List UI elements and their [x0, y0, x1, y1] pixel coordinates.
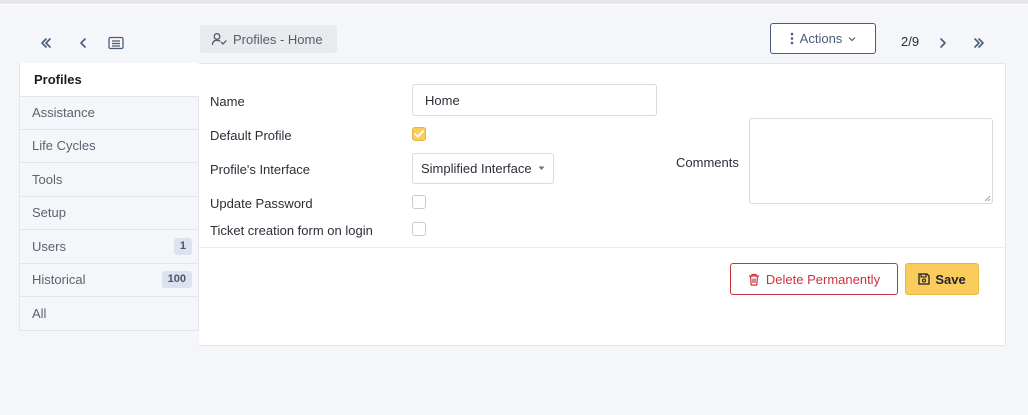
- ticket-form-checkbox[interactable]: [412, 222, 426, 236]
- chevron-right-icon: [940, 38, 946, 48]
- save-label: Save: [935, 271, 966, 287]
- floppy-disk-icon: [918, 273, 930, 285]
- breadcrumb-label: Profiles - Home: [233, 31, 323, 47]
- tab-list: Profiles Assistance Life Cycles Tools Se…: [19, 63, 199, 331]
- last-record-button[interactable]: [968, 32, 990, 54]
- count-badge: 100: [161, 271, 192, 289]
- tab-setup[interactable]: Setup: [19, 196, 199, 230]
- tab-label: Life Cycles: [32, 138, 96, 154]
- count-badge: 1: [173, 237, 192, 255]
- tab-tools[interactable]: Tools: [19, 163, 199, 197]
- ticket-form-label: Ticket creation form on login: [210, 223, 373, 238]
- tab-label: Users: [32, 238, 66, 254]
- tab-all[interactable]: All: [19, 297, 199, 331]
- tab-label: Profiles: [34, 72, 82, 87]
- interface-select[interactable]: Simplified Interface: [412, 153, 554, 184]
- delete-permanently-button[interactable]: Delete Permanently: [730, 263, 898, 295]
- interface-value: Simplified Interface: [421, 161, 532, 176]
- list-icon: [108, 36, 124, 50]
- first-record-button[interactable]: [35, 32, 57, 54]
- actions-button[interactable]: Actions: [770, 23, 876, 54]
- actions-label: Actions: [799, 31, 843, 46]
- caret-down-icon: [538, 166, 545, 170]
- update-password-label: Update Password: [210, 196, 313, 211]
- tab-label: Tools: [32, 171, 63, 187]
- comments-label: Comments: [676, 155, 739, 170]
- chevron-down-icon: [848, 36, 856, 41]
- top-bar-edge: [0, 4, 1028, 5]
- default-profile-checkbox[interactable]: [412, 127, 426, 141]
- checkmark-icon: [414, 130, 424, 138]
- update-password-checkbox[interactable]: [412, 195, 426, 209]
- tab-label: Historical: [32, 272, 86, 288]
- tab-users[interactable]: Users 1: [19, 230, 199, 264]
- next-record-button[interactable]: [932, 32, 954, 54]
- back-to-list-button[interactable]: [105, 32, 127, 54]
- tab-label: Assistance: [32, 105, 95, 121]
- tab-profiles[interactable]: Profiles: [19, 63, 199, 96]
- record-pager: 2/9: [901, 34, 920, 49]
- interface-label: Profile's Interface: [210, 162, 311, 177]
- double-chevron-right-icon: [974, 38, 984, 48]
- default-profile-label: Default Profile: [210, 128, 292, 143]
- name-label: Name: [210, 94, 245, 109]
- double-chevron-left-icon: [41, 38, 51, 48]
- user-check-icon: [211, 33, 227, 46]
- breadcrumb[interactable]: Profiles - Home: [200, 25, 337, 53]
- resize-handle-icon[interactable]: [984, 195, 991, 202]
- chevron-left-icon: [80, 38, 86, 48]
- comments-textarea[interactable]: [749, 118, 993, 204]
- tab-assistance[interactable]: Assistance: [19, 96, 199, 130]
- delete-label: Delete Permanently: [765, 271, 881, 287]
- tab-historical[interactable]: Historical 100: [19, 263, 199, 297]
- kebab-icon: [790, 32, 793, 45]
- tab-life-cycles[interactable]: Life Cycles: [19, 129, 199, 163]
- trash-icon: [748, 273, 759, 286]
- name-field[interactable]: [412, 84, 657, 116]
- save-button[interactable]: Save: [905, 263, 979, 295]
- form-divider: [199, 247, 1006, 248]
- tab-label: Setup: [32, 205, 66, 221]
- tab-label: All: [32, 305, 47, 321]
- previous-record-button[interactable]: [72, 32, 94, 54]
